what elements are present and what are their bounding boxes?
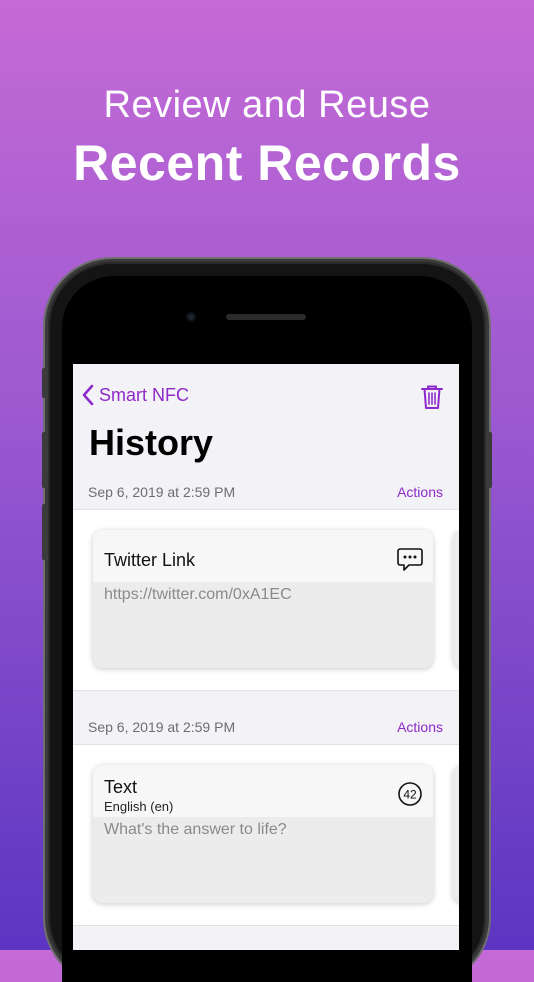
record-row: Twitter Link https://twitter.com/0xA1EC xyxy=(73,509,459,691)
record-row: Text English (en) 42 What's the answer t… xyxy=(73,744,459,926)
message-bubble-icon xyxy=(397,548,423,571)
chevron-left-icon xyxy=(82,384,94,406)
record-date: Sep 6, 2019 at 2:59 PM xyxy=(88,719,236,735)
record-card-text[interactable]: Text English (en) 42 What's the answer t… xyxy=(93,765,433,903)
power-button xyxy=(487,432,492,488)
next-card-peek[interactable] xyxy=(453,530,459,668)
mute-switch xyxy=(42,368,47,398)
record-card-twitter-link[interactable]: Twitter Link https://twitter.com/0xA1EC xyxy=(93,530,433,668)
actions-button[interactable]: Actions xyxy=(397,719,443,735)
number-badge-value: 42 xyxy=(403,788,417,802)
section-header: Sep 6, 2019 at 2:59 PM Actions xyxy=(73,474,459,510)
back-button-label: Smart NFC xyxy=(99,384,189,405)
front-camera xyxy=(186,312,196,322)
section-header: Sep 6, 2019 at 2:59 PM Actions xyxy=(73,709,459,745)
headline-line-1: Review and Reuse xyxy=(103,84,431,126)
record-date: Sep 6, 2019 at 2:59 PM xyxy=(88,484,236,500)
actions-button[interactable]: Actions xyxy=(397,484,443,500)
app-screen: Smart NFC History Sep 6, 2019 at 2:59 PM… xyxy=(73,364,459,950)
next-card-peek[interactable] xyxy=(453,765,459,903)
card-title: Text xyxy=(104,777,138,797)
card-subtitle: English (en) xyxy=(104,799,174,814)
volume-up-button xyxy=(42,432,47,488)
card-title: Twitter Link xyxy=(104,550,196,570)
card-header: Text English (en) 42 xyxy=(93,765,433,817)
volume-down-button xyxy=(42,504,47,560)
card-body-text: What's the answer to life? xyxy=(104,821,287,838)
card-body-text: https://twitter.com/0xA1EC xyxy=(104,586,292,603)
back-button[interactable]: Smart NFC xyxy=(81,384,189,406)
earpiece-speaker xyxy=(226,314,306,320)
trash-icon[interactable] xyxy=(421,384,443,410)
page-title: History xyxy=(89,422,214,463)
number-badge-icon: 42 xyxy=(398,782,422,806)
headline-line-2: Recent Records xyxy=(73,135,461,191)
card-header: Twitter Link xyxy=(93,530,433,582)
